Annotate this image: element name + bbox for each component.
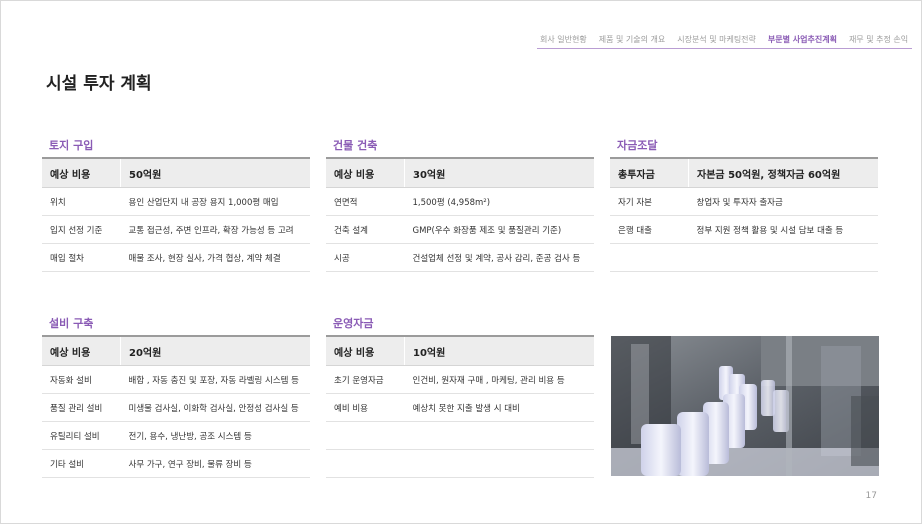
header-value: 자본금 50억원, 정책자금 60억원 xyxy=(688,157,878,188)
row-value: 창업자 및 투자자 출자금 xyxy=(688,187,878,216)
row-key: 품질 관리 설비 xyxy=(42,393,121,422)
header-key: 예상 비용 xyxy=(326,335,405,366)
row-value: 정부 지원 정책 활용 및 시설 담보 대출 등 xyxy=(688,215,878,244)
row-value: 전기, 용수, 냉난방, 공조 시스템 등 xyxy=(120,421,310,450)
table-row: 자기 자본 창업자 및 투자자 출자금 xyxy=(610,187,878,216)
row-value: 매물 조사, 현장 실사, 가격 협상, 계약 체결 xyxy=(120,243,310,272)
table-row xyxy=(610,243,878,272)
nav-item-finance[interactable]: 재무 및 추정 손익 xyxy=(849,34,908,45)
building-section-title: 건물 건축 xyxy=(333,139,378,152)
table-row: 은행 대출 정부 지원 정책 활용 및 시설 담보 대출 등 xyxy=(610,215,878,244)
row-key: 예비 비용 xyxy=(326,393,405,422)
row-value: 1,500평 (4,958m²) xyxy=(404,187,594,216)
table-row: 예비 비용 예상치 못한 지출 발생 시 대비 xyxy=(326,393,594,422)
row-value: 용인 산업단지 내 공장 용지 1,000평 매입 xyxy=(120,187,310,216)
row-value: 교통 접근성, 주변 인프라, 확장 가능성 등 고려 xyxy=(120,215,310,244)
table-row xyxy=(326,449,594,478)
table-row: 기타 설비 사무 가구, 연구 장비, 물류 장비 등 xyxy=(42,449,310,478)
equipment-section-title: 설비 구축 xyxy=(49,317,94,330)
table-header-row: 예상 비용 30억원 xyxy=(326,157,594,188)
row-key: 기타 설비 xyxy=(42,449,121,478)
row-value: 인건비, 원자재 구매 , 마케팅, 관리 비용 등 xyxy=(404,365,594,394)
row-value: 건설업체 선정 및 계약, 공사 감리, 준공 검사 등 xyxy=(404,243,594,272)
nav-item-product[interactable]: 제품 및 기술의 개요 xyxy=(599,34,666,45)
page-title: 시설 투자 계획 xyxy=(46,74,152,94)
funding-section-title: 자금조달 xyxy=(617,139,658,152)
header-key: 예상 비용 xyxy=(42,335,121,366)
row-key xyxy=(326,449,405,478)
table-row: 초기 운영자금 인건비, 원자재 구매 , 마케팅, 관리 비용 등 xyxy=(326,365,594,394)
table-row: 매입 절차 매물 조사, 현장 실사, 가격 협상, 계약 체결 xyxy=(42,243,310,272)
table-header-row: 총투자금 자본금 50억원, 정책자금 60억원 xyxy=(610,157,878,188)
row-value: 예상치 못한 지출 발생 시 대비 xyxy=(404,393,594,422)
row-key: 자동화 설비 xyxy=(42,365,121,394)
row-key: 위치 xyxy=(42,187,121,216)
building-table: 예상 비용 30억원 연면적 1,500평 (4,958m²) 건축 설계 GMP(… xyxy=(326,157,594,272)
table-header-row: 예상 비용 20억원 xyxy=(42,335,310,366)
header-key: 예상 비용 xyxy=(42,157,121,188)
nav-item-business-plan[interactable]: 부문별 사업추진계획 xyxy=(768,34,837,45)
row-value: 사무 가구, 연구 장비, 물류 장비 등 xyxy=(120,449,310,478)
row-key: 초기 운영자금 xyxy=(326,365,405,394)
table-row: 연면적 1,500평 (4,958m²) xyxy=(326,187,594,216)
table-row: 입지 선정 기준 교통 접근성, 주변 인프라, 확장 가능성 등 고려 xyxy=(42,215,310,244)
row-value xyxy=(404,421,594,450)
land-section-title: 토지 구입 xyxy=(49,139,94,152)
row-value: 배합 , 자동 충진 및 포장, 자동 라벨링 시스템 등 xyxy=(120,365,310,394)
table-header-row: 예상 비용 10억원 xyxy=(326,335,594,366)
operating-section-title: 운영자금 xyxy=(333,317,374,330)
header-value: 10억원 xyxy=(404,335,594,366)
nav-underline xyxy=(537,48,912,49)
table-row: 자동화 설비 배합 , 자동 충진 및 포장, 자동 라벨링 시스템 등 xyxy=(42,365,310,394)
row-key: 은행 대출 xyxy=(610,215,689,244)
top-navigation: 회사 일반현황 제품 및 기술의 개요 시장분석 및 마케팅전략 부문별 사업추… xyxy=(540,34,920,45)
row-value xyxy=(688,243,878,272)
header-value: 50억원 xyxy=(120,157,310,188)
nav-item-market[interactable]: 시장분석 및 마케팅전략 xyxy=(677,34,756,45)
table-row: 위치 용인 산업단지 내 공장 용지 1,000평 매입 xyxy=(42,187,310,216)
page-number: 17 xyxy=(865,491,877,501)
production-line-photo xyxy=(611,336,879,476)
row-key: 입지 선정 기준 xyxy=(42,215,121,244)
land-table: 예상 비용 50억원 위치 용인 산업단지 내 공장 용지 1,000평 매입 입… xyxy=(42,157,310,272)
row-key xyxy=(610,243,689,272)
row-key xyxy=(326,421,405,450)
table-row: 품질 관리 설비 미생물 검사실, 이화학 검사실, 안정성 검사실 등 xyxy=(42,393,310,422)
row-value: GMP(우수 화장품 제조 및 품질관리 기준) xyxy=(404,215,594,244)
equipment-table: 예상 비용 20억원 자동화 설비 배합 , 자동 충진 및 포장, 자동 라벨링… xyxy=(42,335,310,478)
table-header-row: 예상 비용 50억원 xyxy=(42,157,310,188)
row-value xyxy=(404,449,594,478)
row-value: 미생물 검사실, 이화학 검사실, 안정성 검사실 등 xyxy=(120,393,310,422)
row-key: 자기 자본 xyxy=(610,187,689,216)
bottle-filling-line-image xyxy=(611,336,879,476)
header-value: 30억원 xyxy=(404,157,594,188)
table-row: 유틸리티 설비 전기, 용수, 냉난방, 공조 시스템 등 xyxy=(42,421,310,450)
row-key: 연면적 xyxy=(326,187,405,216)
table-row xyxy=(326,421,594,450)
header-key: 총투자금 xyxy=(610,157,689,188)
row-key: 유틸리티 설비 xyxy=(42,421,121,450)
row-key: 매입 절차 xyxy=(42,243,121,272)
header-key: 예상 비용 xyxy=(326,157,405,188)
header-value: 20억원 xyxy=(120,335,310,366)
row-key: 시공 xyxy=(326,243,405,272)
nav-item-company[interactable]: 회사 일반현황 xyxy=(540,34,587,45)
table-row: 건축 설계 GMP(우수 화장품 제조 및 품질관리 기준) xyxy=(326,215,594,244)
table-row: 시공 건설업체 선정 및 계약, 공사 감리, 준공 검사 등 xyxy=(326,243,594,272)
row-key: 건축 설계 xyxy=(326,215,405,244)
operating-table: 예상 비용 10억원 초기 운영자금 인건비, 원자재 구매 , 마케팅, 관리 … xyxy=(326,335,594,478)
funding-table: 총투자금 자본금 50억원, 정책자금 60억원 자기 자본 창업자 및 투자자 … xyxy=(610,157,878,272)
